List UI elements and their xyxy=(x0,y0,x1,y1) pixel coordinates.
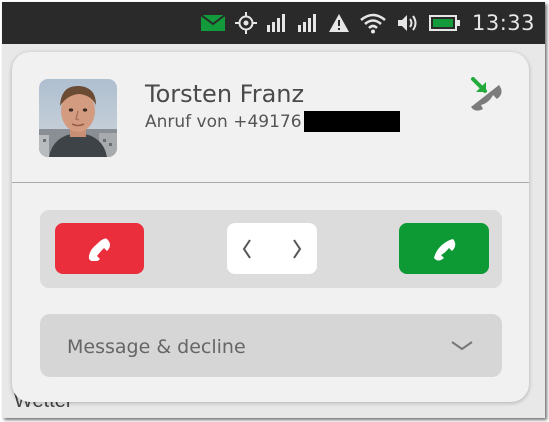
incoming-call-icon xyxy=(471,77,502,111)
gps-icon[interactable] xyxy=(234,12,257,34)
signal-icon[interactable] xyxy=(297,13,319,33)
alert-icon[interactable] xyxy=(328,13,350,33)
call-action-panel xyxy=(40,210,502,288)
avatar-photo xyxy=(39,79,117,157)
caller-name: Torsten Franz xyxy=(145,80,305,108)
status-bar: 13:33 xyxy=(2,2,545,44)
accept-button[interactable] xyxy=(399,223,489,274)
avatar xyxy=(39,79,117,157)
caller-number: Anruf von +49176 xyxy=(145,111,302,132)
decline-button[interactable] xyxy=(55,223,144,274)
phone-hangup-icon xyxy=(88,238,110,261)
battery-icon[interactable] xyxy=(428,14,461,32)
swipe-handle-button[interactable] xyxy=(227,223,317,274)
divider xyxy=(12,182,529,183)
chevron-right-icon xyxy=(293,238,302,259)
chevron-left-icon xyxy=(242,238,251,259)
signal-icon[interactable] xyxy=(266,13,288,33)
status-time: 13:33 xyxy=(471,11,535,35)
chevron-down-icon xyxy=(451,341,473,351)
message-and-decline-label: Message & decline xyxy=(67,336,246,358)
redacted-number xyxy=(303,111,400,132)
message-icon[interactable] xyxy=(200,14,226,32)
phone-icon xyxy=(434,238,456,260)
incoming-call-dialog: Torsten Franz Anruf von +49176 Message &… xyxy=(12,52,529,402)
wifi-icon[interactable] xyxy=(359,12,387,34)
volume-icon[interactable] xyxy=(396,13,420,33)
caller-info: Anruf von +49176 xyxy=(145,111,400,132)
message-and-decline-dropdown[interactable]: Message & decline xyxy=(40,314,502,377)
screen: 13:33 Wetter xyxy=(2,2,545,418)
status-icons: 13:33 xyxy=(200,10,535,36)
